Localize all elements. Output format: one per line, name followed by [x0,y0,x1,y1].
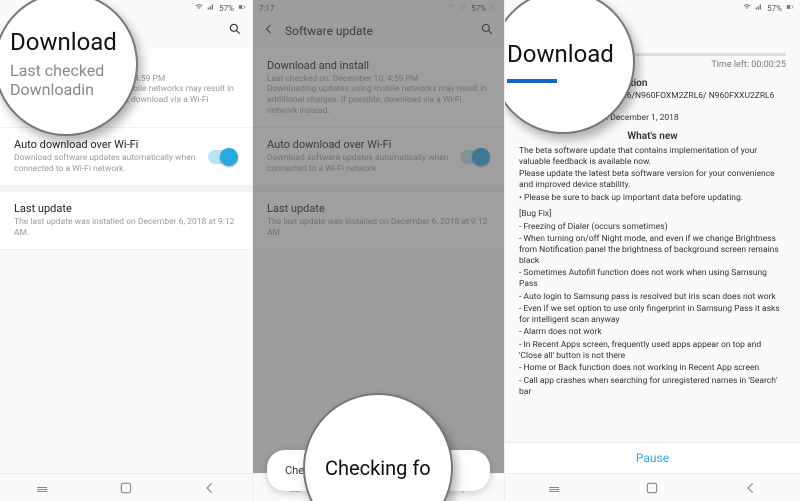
signal-icon [755,3,763,13]
nav-back-icon[interactable] [741,481,761,495]
header-title: Software update [285,24,470,38]
battery-icon [490,3,498,13]
info-patch: Security patch level: December 1, 2018 [533,113,786,123]
row-sub: Download software updates automatically … [267,153,452,175]
pause-label: Pause [636,451,669,465]
screen-software-update: 57% Software update Download and install… [0,0,252,501]
search-icon[interactable] [480,22,494,39]
bugfix-item: - Home or Back function does not working… [519,363,786,374]
row-sub2: Downloading updates using mobile network… [14,84,238,117]
row-label: Last update [14,202,238,215]
signal-icon [207,3,215,13]
time-left: Time left: 00:00:25 [505,58,800,74]
row-sub: The last update was installed on Decembe… [14,217,238,239]
app-header: Software update [505,16,800,47]
bugfix-item: - Freezing of Dialer (occurs sometimes) [519,222,786,233]
row-sub: Last checked on: December 10, 4:59 PM [267,74,490,84]
nav-recents-icon[interactable] [544,481,564,495]
download-progress [519,53,786,56]
bugfix-item: - When turning on/off Night mode, and ev… [519,234,786,266]
row-last-update[interactable]: Last update The last update was installe… [0,192,252,250]
row-sub: Last checked on: December 10, 4:59 PM [14,74,238,84]
bugfix-item: - In Recent Apps screen, frequently used… [519,340,786,361]
row-label: Download and install [267,59,490,72]
toggle-auto-download [460,150,490,164]
battery-icon [786,3,794,13]
row-sub: The last update was installed on Decembe… [267,217,490,239]
nav-home-icon[interactable] [116,481,136,495]
status-bar: 57% [0,0,252,16]
row-auto-download[interactable]: Auto download over Wi-Fi Download softwa… [0,128,252,186]
screen-checking-updates: 7:17 57% Software update Download and in… [252,0,504,501]
row-last-update: Last update The last update was installe… [253,192,504,250]
row-sub: Download software updates automatically … [14,153,200,175]
row-download-install: Download and install Last checked on: De… [253,49,504,128]
toast-checking: Checking for updates… [267,450,490,491]
bugfix-heading: [Bug Fix] [519,209,786,220]
battery-text: 57% [219,4,234,13]
nav-recents-icon[interactable] [32,481,52,495]
battery-icon [238,3,246,13]
status-bar: 7:17 57% [253,0,504,16]
status-bar: 57% [505,0,800,16]
whatsnew-heading: What's new [519,131,786,142]
nav-bar [505,473,800,501]
header-title: Software update [32,24,218,38]
bugfix-item: - Auto login to Samsung pass is resolved… [519,292,786,303]
info-version: Version: N960FXXU2ZRL6/N960FOXM2ZRL6/ N9… [533,91,786,101]
app-header: Software update [0,16,252,49]
header-title: Software update [537,23,790,37]
toast-text: Checking for updates… [285,464,397,477]
back-icon[interactable] [515,22,527,37]
bugfix-item: - Alarm does not work [519,327,786,338]
wifi-icon [447,3,455,13]
info-heading: Software update information [519,78,786,89]
wifi-icon [743,3,751,13]
toggle-auto-download[interactable] [208,150,238,164]
wifi-icon [195,3,203,13]
bugfix-item: - Call app crashes when searching for un… [519,376,786,397]
row-auto-download: Auto download over Wi-Fi Download softwa… [253,128,504,186]
row-label: Last update [267,202,490,215]
app-header: Software update [253,16,504,49]
update-details: Software update information Version: N96… [505,78,800,439]
row-download-install[interactable]: Download and install Last checked on: De… [0,49,252,128]
bugfix-item: - Even if we set option to use only fing… [519,304,786,325]
search-icon[interactable] [228,22,242,39]
intro-text: Please update the latest beta software v… [519,169,786,190]
nav-home-icon[interactable] [642,481,662,495]
pause-button[interactable]: Pause [505,442,800,473]
battery-text: 57% [471,4,486,13]
row-sub2: Downloading updates using mobile network… [267,84,490,117]
battery-text: 57% [767,4,782,13]
back-icon[interactable] [263,23,275,38]
intro-text: • Please be sure to back up important da… [519,193,786,204]
row-label: Auto download over Wi-Fi [267,138,452,151]
nav-back-icon[interactable] [200,481,220,495]
status-time: 7:17 [259,4,274,13]
row-label: Download and install [14,59,238,72]
back-icon[interactable] [10,23,22,38]
signal-icon [459,3,467,13]
screen-downloading: 57% Software update Time left: 00:00:25 … [504,0,800,501]
info-size: Size: 553.88 MB [533,102,786,112]
nav-bar [0,473,252,501]
bugfix-item: - Sometimes Autofill function does not w… [519,268,786,289]
intro-text: The beta software update that contains i… [519,146,786,167]
row-label: Auto download over Wi-Fi [14,138,200,151]
